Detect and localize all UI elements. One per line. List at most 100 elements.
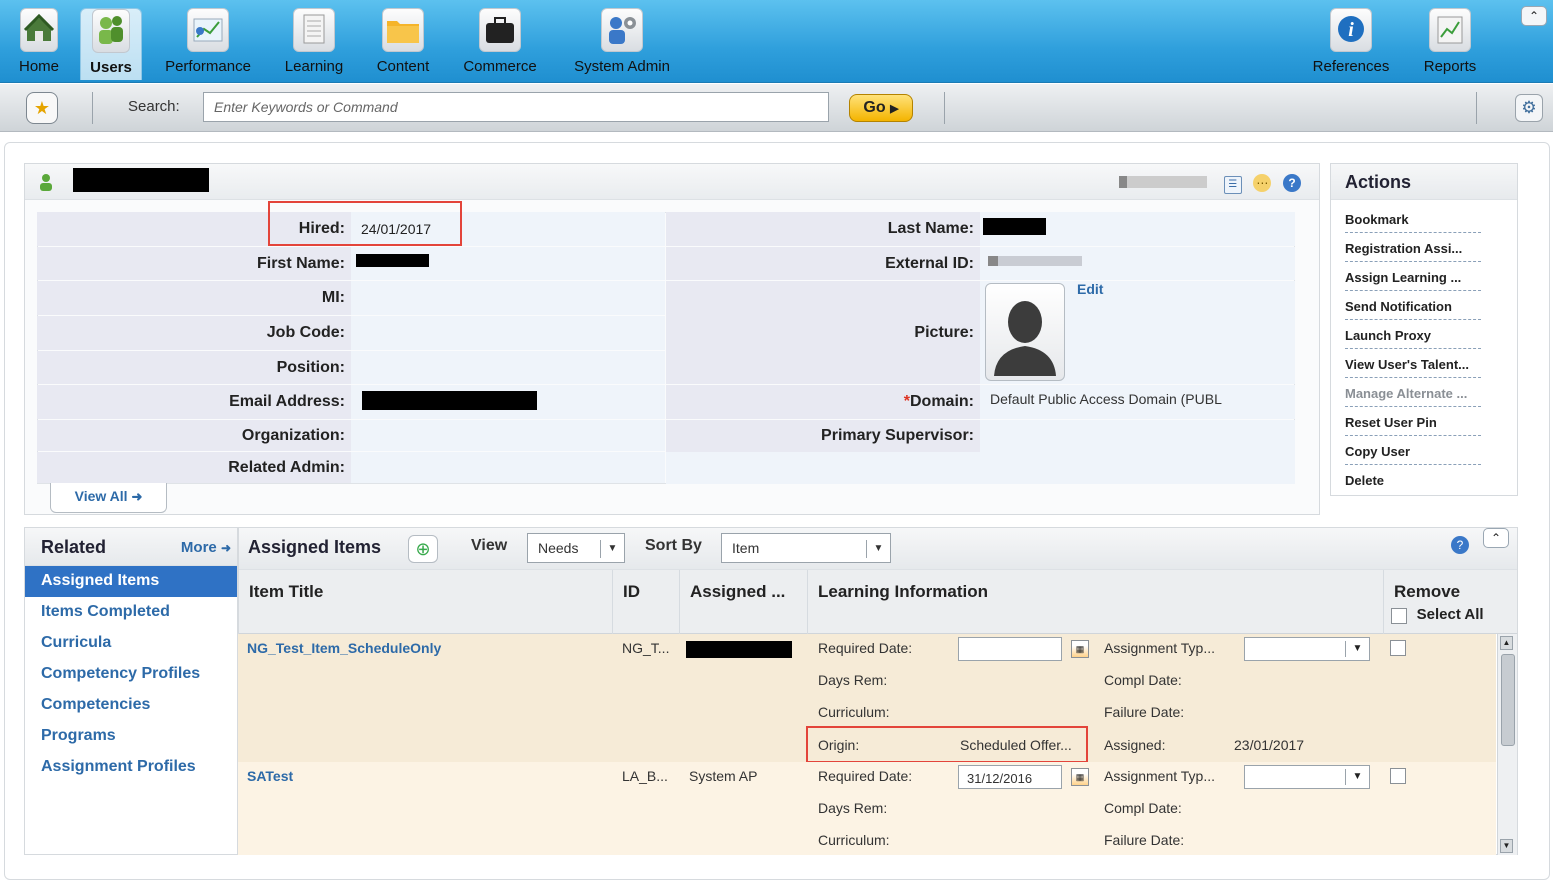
- view-all-button[interactable]: View All ➜: [50, 483, 167, 513]
- collapse-nav-button[interactable]: ⌃: [1521, 6, 1547, 26]
- action-launch-proxy[interactable]: Launch Proxy: [1345, 320, 1481, 349]
- curriculum-label: Curriculum:: [818, 832, 890, 848]
- avatar[interactable]: [985, 283, 1065, 381]
- redacted-user-name: [73, 168, 209, 192]
- assignment-type-select[interactable]: ▼: [1244, 637, 1370, 661]
- folder-icon: [382, 8, 424, 52]
- action-bookmark[interactable]: Bookmark: [1345, 204, 1481, 233]
- nav-home[interactable]: Home: [8, 8, 70, 80]
- related-item-assignment-profiles[interactable]: Assignment Profiles: [25, 752, 237, 783]
- actions-panel: Actions Bookmark Registration Assi... As…: [1330, 163, 1518, 496]
- column-header-item-title[interactable]: Item Title: [239, 570, 613, 634]
- scroll-down-arrow[interactable]: ▼: [1500, 839, 1513, 853]
- empty-value: [980, 452, 1295, 484]
- related-more-link[interactable]: More ➜: [181, 539, 231, 556]
- field-value: [351, 452, 665, 483]
- help-icon[interactable]: ?: [1283, 174, 1301, 192]
- action-assign-learning[interactable]: Assign Learning ...: [1345, 262, 1481, 291]
- field-value: [351, 420, 665, 451]
- related-item-competencies[interactable]: Competencies: [25, 690, 237, 721]
- bookmarks-button[interactable]: ★: [26, 92, 58, 124]
- action-delete[interactable]: Delete: [1345, 465, 1481, 494]
- compl-date-label: Compl Date:: [1104, 672, 1182, 688]
- collapse-panel-button[interactable]: ⌃: [1483, 528, 1509, 548]
- nav-references[interactable]: i References: [1305, 8, 1397, 80]
- home-icon: [20, 8, 58, 52]
- nav-commerce[interactable]: Commerce: [455, 8, 545, 80]
- redacted-user-id: [1119, 176, 1207, 188]
- sort-by-select[interactable]: Item ▼: [721, 533, 891, 563]
- related-title: Related: [41, 537, 107, 557]
- comment-icon[interactable]: ⋯: [1253, 174, 1272, 192]
- related-item-curricula[interactable]: Curricula: [25, 628, 237, 659]
- highlight-box-origin: [806, 726, 1088, 763]
- go-button[interactable]: Go ▶: [849, 94, 913, 122]
- table-scrollbar[interactable]: ▲ ▼: [1497, 634, 1517, 855]
- nav-content[interactable]: Content: [370, 8, 436, 80]
- add-item-button[interactable]: ⊕: [408, 535, 438, 563]
- star-icon: ★: [33, 98, 51, 118]
- last-name-label: Last Name:: [666, 212, 980, 246]
- action-registration-assistant[interactable]: Registration Assi...: [1345, 233, 1481, 262]
- nav-system-admin[interactable]: System Admin: [566, 8, 678, 80]
- settings-button[interactable]: ⚙: [1515, 94, 1543, 122]
- assignment-type-select[interactable]: ▼: [1244, 765, 1370, 789]
- related-item-competency-profiles[interactable]: Competency Profiles: [25, 659, 237, 690]
- item-title-link[interactable]: SATest: [247, 768, 293, 784]
- action-view-users-talent[interactable]: View User's Talent...: [1345, 349, 1481, 378]
- calendar-icon[interactable]: ▦: [1071, 768, 1089, 786]
- reports-icon: [1429, 8, 1471, 52]
- action-reset-user-pin[interactable]: Reset User Pin: [1345, 407, 1481, 436]
- required-date-label: Required Date:: [818, 640, 913, 656]
- remove-checkbox[interactable]: [1390, 640, 1406, 656]
- sort-by-label: Sort By: [645, 537, 702, 554]
- scroll-up-arrow[interactable]: ▲: [1500, 636, 1513, 650]
- related-item-programs[interactable]: Programs: [25, 721, 237, 752]
- select-all-checkbox[interactable]: [1391, 607, 1407, 624]
- nav-performance[interactable]: Performance: [157, 8, 259, 80]
- redacted-external-id: [988, 256, 1082, 266]
- assigned-items-title: Assigned Items: [248, 537, 382, 557]
- related-item-items-completed[interactable]: Items Completed: [25, 597, 237, 628]
- external-id-label: External ID:: [666, 247, 980, 280]
- column-header-assigned[interactable]: Assigned ...: [680, 570, 808, 634]
- action-manage-alternate: Manage Alternate ...: [1345, 378, 1481, 407]
- help-icon[interactable]: ?: [1451, 536, 1469, 554]
- action-copy-user[interactable]: Copy User: [1345, 436, 1481, 465]
- search-input[interactable]: [203, 92, 829, 122]
- assignment-type-label: Assignment Typ...: [1104, 768, 1216, 784]
- action-send-notification[interactable]: Send Notification: [1345, 291, 1481, 320]
- select-all[interactable]: Select All: [1391, 606, 1484, 624]
- nav-learning-label: Learning: [284, 58, 344, 75]
- required-date-input[interactable]: [958, 637, 1062, 661]
- view-select[interactable]: Needs ▼: [527, 533, 625, 563]
- document-icon[interactable]: ☰: [1223, 176, 1242, 194]
- required-date-input[interactable]: [958, 765, 1062, 789]
- compl-date-label: Compl Date:: [1104, 800, 1182, 816]
- domain-value: Default Public Access Domain (PUBL: [980, 385, 1295, 419]
- assigned-date-label: Assigned:: [1104, 737, 1166, 753]
- nav-learning[interactable]: Learning: [278, 8, 350, 80]
- edit-picture-link[interactable]: Edit: [1077, 281, 1103, 297]
- sort-by-select-value: Item: [732, 540, 760, 556]
- highlight-box-hired: [268, 201, 462, 246]
- field-label: Job Code:: [37, 316, 351, 350]
- related-item-assigned-items[interactable]: Assigned Items: [25, 566, 237, 597]
- nav-reports[interactable]: Reports: [1414, 8, 1486, 80]
- calendar-icon[interactable]: ▦: [1071, 640, 1089, 658]
- remove-checkbox[interactable]: [1390, 768, 1406, 784]
- item-title-link[interactable]: NG_Test_Item_ScheduleOnly: [247, 640, 441, 656]
- nav-users-label: Users: [90, 59, 132, 76]
- select-all-label: Select All: [1416, 606, 1484, 623]
- arrow-circle-right-icon: ➜: [220, 541, 231, 555]
- scroll-thumb[interactable]: [1501, 654, 1515, 746]
- nav-system-admin-label: System Admin: [574, 58, 670, 75]
- failure-date-label: Failure Date:: [1104, 832, 1185, 848]
- assigned-items-toolbar: Assigned Items ⊕ View Needs ▼ Sort By It…: [239, 528, 1517, 570]
- column-header-id[interactable]: ID: [613, 570, 680, 634]
- nav-users[interactable]: Users: [80, 8, 142, 80]
- performance-icon: [187, 8, 229, 52]
- primary-supervisor-label: Primary Supervisor:: [666, 420, 980, 452]
- briefcase-icon: [479, 8, 521, 52]
- profile-header-icons: ☰ ⋯ ?: [1216, 174, 1301, 194]
